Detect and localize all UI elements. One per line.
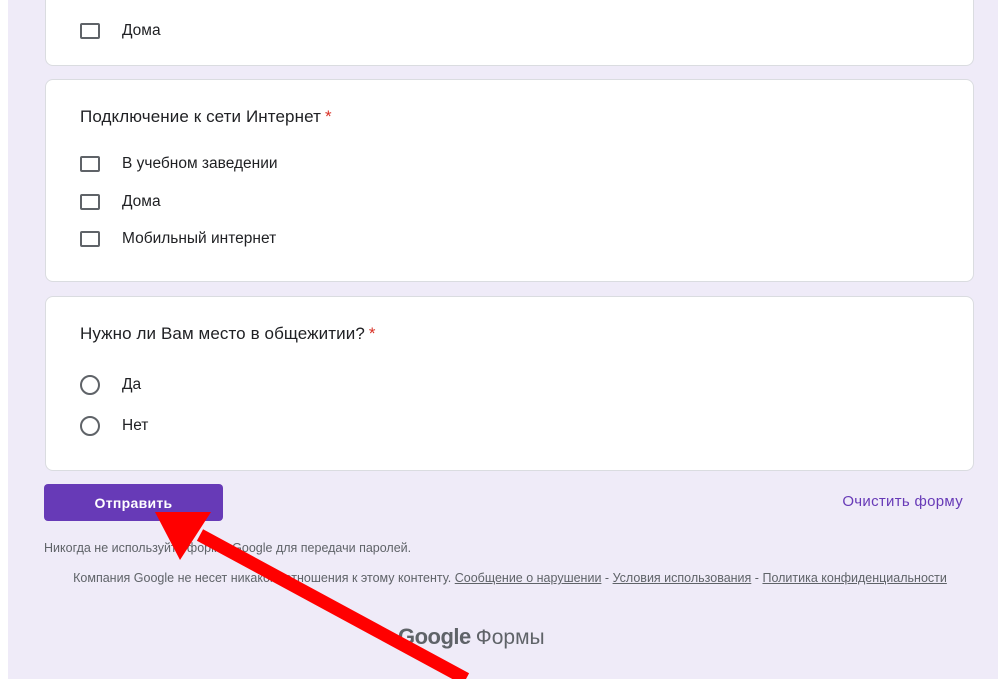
option-label: Да [122, 376, 142, 393]
checkbox-icon[interactable] [80, 23, 100, 39]
option-label: В учебном заведении [122, 155, 278, 172]
clear-form-link[interactable]: Очистить форму [842, 493, 963, 510]
report-abuse-link[interactable]: Сообщение о нарушении [455, 571, 602, 585]
option-label: Дома [122, 193, 161, 210]
separator: - [754, 571, 759, 585]
checkbox-icon[interactable] [80, 194, 100, 210]
radio-icon[interactable] [80, 375, 100, 395]
checkbox-option-mobile[interactable]: Мобильный интернет [80, 227, 276, 251]
question-card-internet: Подключение к сети Интернет * В учебном з… [45, 79, 974, 282]
question-title-text: Нужно ли Вам место в общежитии? [80, 324, 365, 343]
terms-link[interactable]: Условия использования [613, 571, 752, 585]
forms-product-name: Формы [475, 626, 545, 649]
disclaimer-text: Компания Google не несет никакого отноше… [73, 571, 452, 585]
required-marker: * [368, 324, 376, 343]
question-card-previous: Дома [45, 0, 974, 66]
google-logo: Google [398, 624, 471, 649]
option-label: Нет [122, 417, 149, 434]
submit-button[interactable]: Отправить [44, 484, 223, 521]
footer-disclaimer: Компания Google не несет никакого отноше… [60, 571, 960, 586]
checkbox-icon[interactable] [80, 156, 100, 172]
radio-icon[interactable] [80, 416, 100, 436]
google-forms-brand: Google Формы [398, 624, 545, 650]
separator: - [604, 571, 610, 585]
radio-option-no[interactable]: Нет [80, 414, 148, 438]
password-warning: Никогда не используйте формы Google для … [44, 541, 412, 555]
checkbox-option-home[interactable]: Дома [80, 190, 161, 214]
radio-option-yes[interactable]: Да [80, 373, 141, 397]
required-marker: * [324, 107, 332, 126]
checkbox-option-home-previous[interactable]: Дома [80, 19, 161, 43]
privacy-link[interactable]: Политика конфиденциальности [762, 571, 946, 585]
question-title: Нужно ли Вам место в общежитии? * [80, 324, 376, 344]
option-label: Дома [122, 22, 161, 39]
checkbox-icon[interactable] [80, 231, 100, 247]
question-title-text: Подключение к сети Интернет [80, 107, 321, 126]
question-title: Подключение к сети Интернет * [80, 107, 332, 127]
checkbox-option-school[interactable]: В учебном заведении [80, 152, 278, 176]
question-card-dormitory: Нужно ли Вам место в общежитии? * Да Нет [45, 296, 974, 471]
option-label: Мобильный интернет [122, 230, 277, 247]
